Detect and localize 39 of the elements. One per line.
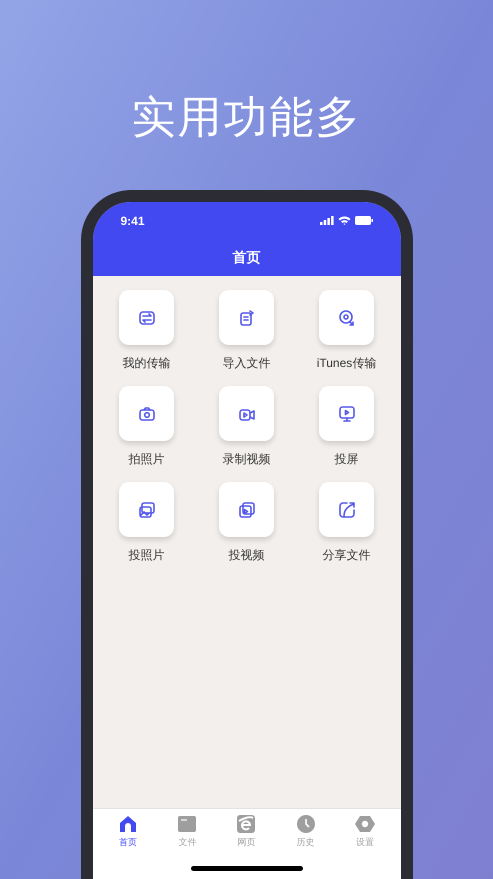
tab-bar-item[interactable]: 文件: [165, 814, 210, 850]
status-time: 9:41: [120, 212, 145, 230]
feature-label: 导入文件: [222, 355, 270, 372]
tab-bar-item[interactable]: 历史: [284, 814, 328, 850]
share-icon: [336, 500, 356, 520]
battery-icon: [354, 216, 372, 225]
feature-label: 我的传输: [122, 355, 170, 372]
header-title: 首页: [232, 248, 260, 267]
headline: 实用功能多: [132, 91, 362, 144]
feature-label: 录制视频: [222, 451, 270, 468]
feature-tile[interactable]: [319, 482, 374, 537]
clock-icon: [296, 814, 316, 834]
tab-bar-item[interactable]: 首页: [106, 814, 150, 850]
feature-tile[interactable]: [119, 482, 174, 537]
feature-label: 投屏: [334, 451, 358, 468]
signal-icon: [320, 216, 334, 225]
feature-label: 投照片: [128, 547, 164, 564]
feature-tile[interactable]: [319, 386, 374, 441]
photos-icon: [136, 500, 156, 520]
wifi-icon: [338, 216, 350, 225]
feature-label: iTunes传输: [316, 355, 376, 372]
tab-bar-item[interactable]: 设置: [342, 814, 387, 850]
feature-tile[interactable]: [219, 386, 274, 441]
home-icon: [118, 814, 138, 834]
feature-tile[interactable]: [319, 290, 374, 345]
tab-bar-item[interactable]: 网页: [224, 814, 268, 850]
feature-label: 拍照片: [128, 451, 164, 468]
browser-e-icon: [236, 814, 256, 834]
video-files-icon: [236, 500, 256, 520]
feature-label: 分享文件: [322, 547, 370, 564]
feature-tile[interactable]: [119, 290, 174, 345]
feature-label: 投视频: [228, 547, 264, 564]
monitor-play-icon: [336, 404, 356, 424]
folder-icon: [177, 814, 198, 834]
feature-tile[interactable]: [219, 482, 274, 537]
feature-tile[interactable]: [119, 386, 174, 441]
hexagon-icon: [354, 814, 375, 834]
disc-arrow-icon: [336, 308, 356, 328]
feature-tile[interactable]: [219, 290, 274, 345]
